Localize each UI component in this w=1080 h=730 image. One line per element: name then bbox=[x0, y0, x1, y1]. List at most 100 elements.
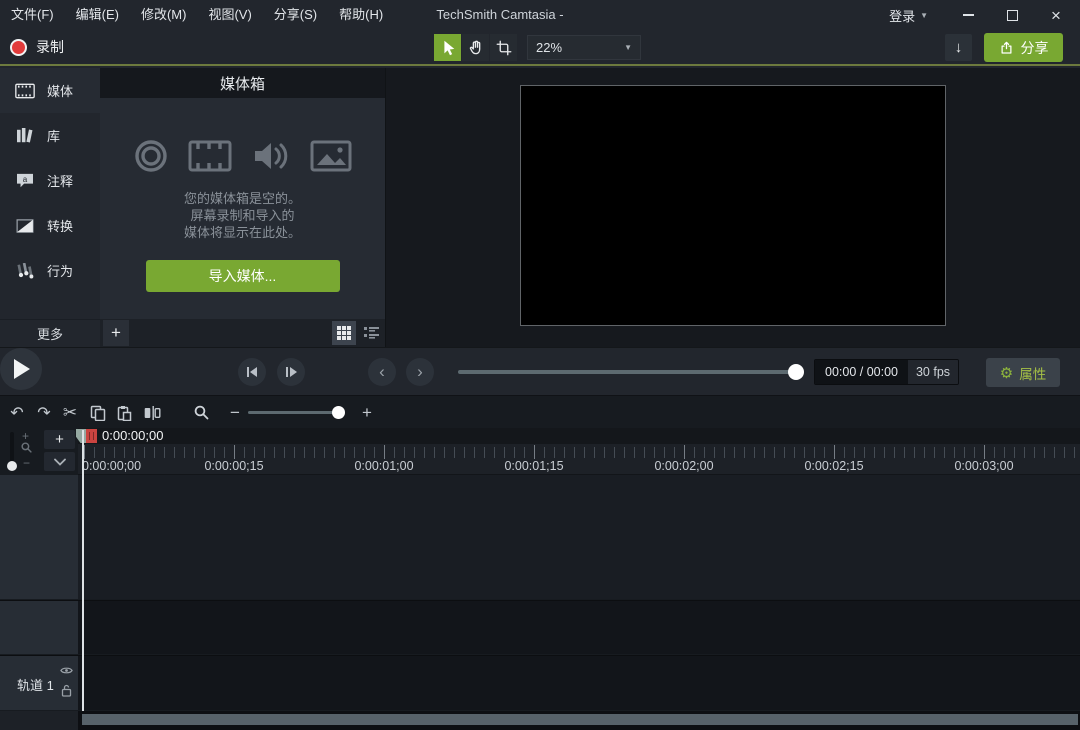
eye-icon[interactable] bbox=[60, 666, 73, 675]
add-media-button[interactable]: + bbox=[103, 320, 129, 346]
image-icon bbox=[310, 138, 352, 174]
share-label: 分享 bbox=[1021, 38, 1049, 58]
sidebar-item-media[interactable]: 媒体 bbox=[0, 68, 100, 113]
sidebar-item-annotations[interactable]: a 注释 bbox=[0, 158, 100, 203]
playhead-flag[interactable] bbox=[76, 429, 86, 443]
next-frame-icon bbox=[285, 366, 297, 378]
maximize-button[interactable] bbox=[990, 0, 1034, 30]
media-bin-body: 您的媒体箱是空的。 屏幕录制和导入的 媒体将显示在此处。 导入媒体... bbox=[100, 98, 385, 319]
split-button[interactable] bbox=[139, 400, 165, 425]
magnifier-icon bbox=[21, 442, 32, 453]
pan-tool-button[interactable] bbox=[462, 34, 489, 61]
more-label: 更多 bbox=[37, 324, 63, 343]
copy-button[interactable] bbox=[85, 400, 111, 425]
crop-tool-button[interactable] bbox=[490, 34, 517, 61]
playhead-strip[interactable]: 0:00:00;00 bbox=[78, 428, 1080, 444]
import-media-label: 导入媒体... bbox=[209, 266, 277, 286]
empty-bin-line: 您的媒体箱是空的。 bbox=[184, 190, 301, 207]
track-1-content[interactable] bbox=[78, 656, 1080, 710]
menu-share[interactable]: 分享(S) bbox=[263, 0, 328, 30]
view-toggle-group bbox=[332, 321, 383, 345]
select-tool-button[interactable] bbox=[434, 34, 461, 61]
record-button[interactable]: 录制 bbox=[10, 30, 64, 64]
playhead-handle[interactable] bbox=[86, 429, 97, 443]
timeline-zoom-slider[interactable] bbox=[248, 411, 345, 414]
plus-icon[interactable]: + bbox=[22, 429, 29, 443]
add-track-button[interactable]: + bbox=[44, 430, 75, 449]
playback-bar: ‹ › 00:00 / 00:00 30 fps ⚙ 属性 bbox=[0, 347, 1080, 395]
login-label: 登录 bbox=[889, 6, 915, 25]
cut-button[interactable]: ✂ bbox=[57, 400, 83, 425]
menu-help[interactable]: 帮助(H) bbox=[328, 0, 394, 30]
timeline: + − + 0:00:00;00 0:00:00;00 0:00:00;15 0… bbox=[0, 428, 1080, 730]
time-display: 00:00 / 00:00 bbox=[815, 360, 908, 384]
list-view-button[interactable] bbox=[359, 321, 383, 345]
play-button[interactable] bbox=[0, 348, 42, 390]
sidebar-item-transitions[interactable]: 转换 bbox=[0, 203, 100, 248]
hand-icon bbox=[467, 39, 485, 57]
login-button[interactable]: 登录 ▼ bbox=[889, 0, 928, 30]
zoom-out-button[interactable]: − bbox=[222, 400, 248, 425]
download-icon: ↓ bbox=[955, 39, 963, 56]
undo-button[interactable]: ↶ bbox=[4, 400, 30, 425]
menu-edit[interactable]: 编辑(E) bbox=[65, 0, 130, 30]
close-button[interactable]: × bbox=[1034, 0, 1078, 30]
paste-button[interactable] bbox=[111, 400, 137, 425]
track-1-header[interactable]: 轨道 1 bbox=[0, 656, 78, 710]
horizontal-scrollbar[interactable] bbox=[82, 714, 1078, 725]
share-icon bbox=[999, 40, 1014, 56]
previous-frame-button[interactable] bbox=[238, 358, 266, 386]
playhead-time: 0:00:00;00 bbox=[102, 428, 163, 444]
collapse-tracks-button[interactable] bbox=[44, 452, 75, 471]
chevron-down-icon bbox=[54, 458, 66, 466]
canvas-zoom-value: 22% bbox=[536, 40, 562, 55]
lock-icon[interactable] bbox=[61, 684, 72, 697]
playhead-line[interactable] bbox=[82, 430, 84, 711]
crop-icon bbox=[495, 39, 513, 57]
timeline-empty-body[interactable] bbox=[78, 475, 1080, 599]
sidebar-more-button[interactable]: 更多 bbox=[0, 319, 100, 347]
menu-modify[interactable]: 修改(M) bbox=[130, 0, 198, 30]
share-button[interactable]: 分享 bbox=[984, 33, 1063, 62]
film-strip-icon bbox=[13, 83, 37, 99]
minimize-button[interactable] bbox=[946, 0, 990, 30]
properties-button[interactable]: ⚙ 属性 bbox=[986, 358, 1060, 387]
jump-next-button[interactable]: › bbox=[406, 358, 434, 386]
film-icon bbox=[188, 138, 232, 174]
media-type-icons bbox=[133, 138, 352, 174]
menu-view[interactable]: 视图(V) bbox=[197, 0, 262, 30]
grid-view-button[interactable] bbox=[332, 321, 356, 345]
playback-progress-slider[interactable] bbox=[458, 370, 798, 374]
ruler-label: 0:00:00;15 bbox=[204, 459, 263, 473]
timeline-ruler[interactable]: 0:00:00;00 0:00:00;15 0:00:01;00 0:00:01… bbox=[78, 444, 1080, 475]
minus-icon: − bbox=[230, 403, 240, 423]
ruler-label: 0:00:01;15 bbox=[504, 459, 563, 473]
zoom-in-button[interactable]: + bbox=[354, 400, 380, 425]
minus-icon[interactable]: − bbox=[23, 456, 30, 470]
maximize-icon bbox=[1007, 10, 1018, 21]
ruler-label: 0:00:01;00 bbox=[354, 459, 413, 473]
fps-display[interactable]: 30 fps bbox=[908, 360, 958, 384]
sidebar-item-library[interactable]: 库 bbox=[0, 113, 100, 158]
main-area: 媒体 库 a 注释 转换 bbox=[0, 68, 1080, 347]
magnifier-icon bbox=[194, 405, 209, 420]
timeline-zoom-button[interactable] bbox=[188, 400, 214, 425]
redo-button[interactable]: ↷ bbox=[31, 400, 57, 425]
menu-file[interactable]: 文件(F) bbox=[0, 0, 65, 30]
timeline-track-1[interactable]: 轨道 1 bbox=[0, 655, 1080, 710]
playback-slider-thumb[interactable] bbox=[788, 364, 804, 380]
jump-previous-button[interactable]: ‹ bbox=[368, 358, 396, 386]
sidebar-item-label: 行为 bbox=[47, 261, 73, 280]
download-button[interactable]: ↓ bbox=[945, 34, 972, 61]
sidebar-item-behaviors[interactable]: 行为 bbox=[0, 248, 100, 293]
track-height-thumb[interactable] bbox=[7, 461, 17, 471]
preview-stage[interactable] bbox=[520, 85, 946, 326]
next-frame-button[interactable] bbox=[277, 358, 305, 386]
import-media-button[interactable]: 导入媒体... bbox=[146, 260, 340, 292]
time-display-group: 00:00 / 00:00 30 fps bbox=[814, 359, 959, 385]
timeline-row-empty[interactable] bbox=[0, 600, 1080, 654]
timeline-row-body[interactable] bbox=[78, 601, 1080, 654]
canvas-zoom-dropdown[interactable]: 22% ▼ bbox=[527, 35, 641, 60]
timeline-empty-area[interactable] bbox=[0, 475, 1080, 599]
timeline-zoom-thumb[interactable] bbox=[332, 406, 345, 419]
